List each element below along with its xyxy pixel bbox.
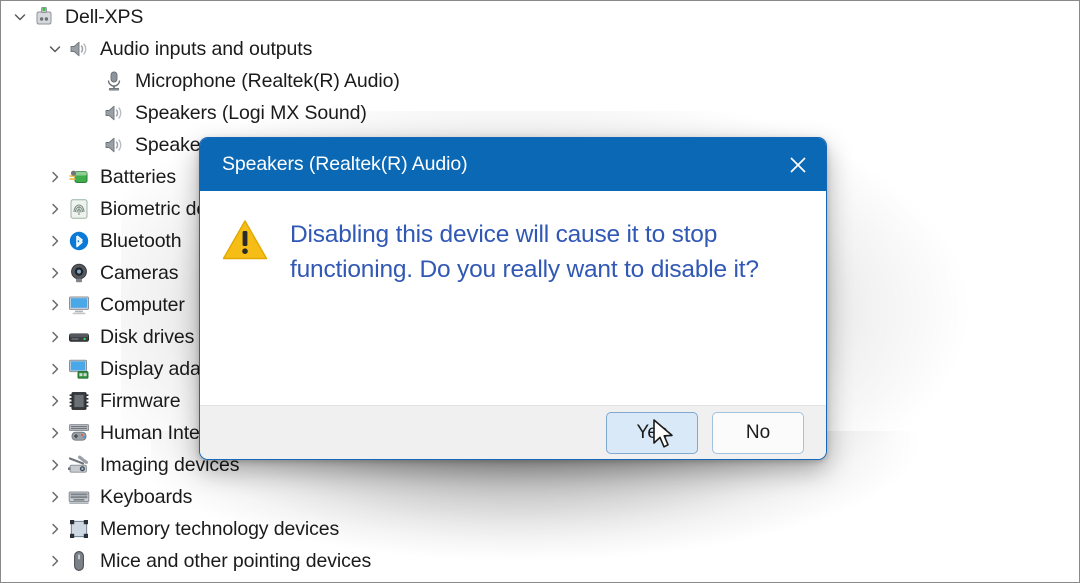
keyboard-icon <box>66 485 92 509</box>
dialog-message: Disabling this device will cause it to s… <box>290 221 759 283</box>
warning-triangle-icon <box>222 217 282 407</box>
chevron-right-icon[interactable] <box>44 266 66 280</box>
tree-item-mice-and-other-pointing-devices[interactable]: Mice and other pointing devices <box>1 545 1079 577</box>
tree-item-label: Computer <box>100 293 185 316</box>
chevron-right-icon[interactable] <box>44 298 66 312</box>
tree-item-audio-inputs-and-outputs[interactable]: Audio inputs and outputs <box>1 33 1079 65</box>
bluetooth-icon <box>66 229 92 253</box>
tree-item-label: Mice and other pointing devices <box>100 549 372 572</box>
tree-item-label: Bluetooth <box>100 229 182 252</box>
chevron-right-icon[interactable] <box>44 362 66 376</box>
chevron-right-icon[interactable] <box>44 426 66 440</box>
tree-item-label: Firmware <box>100 389 181 412</box>
computer-tower-icon <box>31 5 57 29</box>
mouse-icon <box>66 549 92 573</box>
tree-item-label: Audio inputs and outputs <box>100 37 313 60</box>
tree-item-memory-technology-devices[interactable]: Memory technology devices <box>1 513 1079 545</box>
device-manager-window: Dell-XPS Audio inputs and outputs Micropho… <box>0 0 1080 583</box>
speaker-icon <box>101 101 127 125</box>
dialog-body: Disabling this device will cause it to s… <box>200 191 826 407</box>
speaker-icon <box>101 133 127 157</box>
no-button[interactable]: No <box>712 411 804 454</box>
microphone-icon <box>101 69 127 93</box>
fingerprint-icon <box>66 197 92 221</box>
tree-item-microphone-realtek-r-audio[interactable]: Microphone (Realtek(R) Audio) <box>1 65 1079 97</box>
memory-card-icon <box>66 517 92 541</box>
disable-device-dialog: Speakers (Realtek(R) Audio) Disabling th… <box>199 137 827 460</box>
battery-icon <box>66 165 92 189</box>
chevron-right-icon[interactable] <box>44 330 66 344</box>
tree-item-dell-xps[interactable]: Dell-XPS <box>1 1 1079 33</box>
chevron-right-icon[interactable] <box>44 170 66 184</box>
chevron-right-icon[interactable] <box>44 490 66 504</box>
tree-item-keyboards[interactable]: Keyboards <box>1 481 1079 513</box>
chevron-right-icon[interactable] <box>44 202 66 216</box>
yes-button[interactable]: Yes <box>606 411 698 454</box>
chevron-right-icon[interactable] <box>44 394 66 408</box>
tree-item-label: Keyboards <box>100 485 193 508</box>
tree-item-label: Batteries <box>100 165 177 188</box>
scanner-icon <box>66 453 92 477</box>
tree-item-label: Microphone (Realtek(R) Audio) <box>135 69 400 92</box>
chevron-right-icon[interactable] <box>44 554 66 568</box>
firmware-chip-icon <box>66 389 92 413</box>
hid-gamepad-icon <box>66 421 92 445</box>
tree-item-label: Speakers (Logi MX Sound) <box>135 101 367 124</box>
camera-icon <box>66 261 92 285</box>
chevron-right-icon[interactable] <box>44 234 66 248</box>
tree-item-label: Dell-XPS <box>65 5 144 28</box>
monitor-icon <box>66 293 92 317</box>
dialog-footer: Yes No <box>200 405 826 459</box>
chevron-down-icon[interactable] <box>9 10 31 24</box>
chevron-right-icon[interactable] <box>44 458 66 472</box>
tree-item-speakers-logi-mx-sound[interactable]: Speakers (Logi MX Sound) <box>1 97 1079 129</box>
chevron-down-icon[interactable] <box>44 42 66 56</box>
dialog-title-bar: Speakers (Realtek(R) Audio) <box>200 138 826 191</box>
close-icon[interactable] <box>770 138 826 191</box>
dialog-title: Speakers (Realtek(R) Audio) <box>222 153 468 175</box>
tree-item-label: Memory technology devices <box>100 517 340 540</box>
chevron-right-icon[interactable] <box>44 522 66 536</box>
display-adapter-icon <box>66 357 92 381</box>
tree-item-label: Cameras <box>100 261 179 284</box>
tree-item-label: Disk drives <box>100 325 195 348</box>
disk-drive-icon <box>66 325 92 349</box>
speaker-icon <box>66 37 92 61</box>
